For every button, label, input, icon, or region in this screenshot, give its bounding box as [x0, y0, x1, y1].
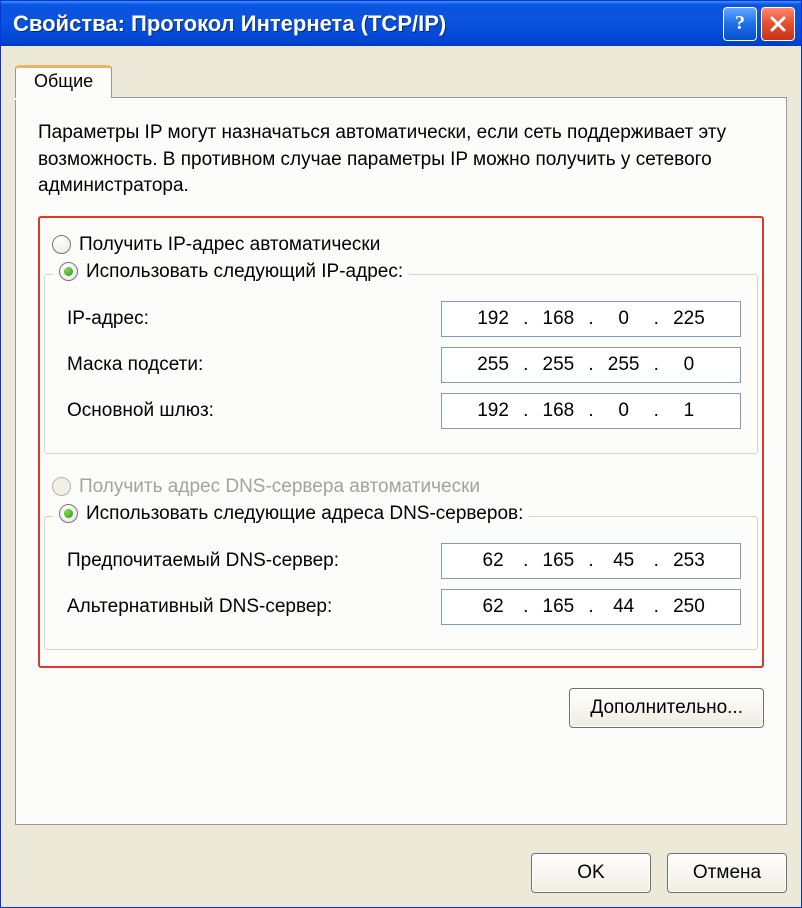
label-dns-pref: Предпочитаемый DNS-сервер: — [67, 550, 441, 572]
gw-octet-4[interactable] — [661, 399, 717, 423]
radio-label-ip-auto: Получить IP-адрес автоматически — [79, 234, 380, 256]
radio-label-dns-auto: Получить адрес DNS-сервера автоматически — [79, 476, 480, 498]
highlight-frame: Получить IP-адрес автоматически Использо… — [38, 216, 764, 668]
panel-description: Параметры IP могут назначаться автоматич… — [38, 120, 764, 200]
label-gateway: Основной шлюз: — [67, 400, 441, 422]
radio-row-dns-auto: Получить адрес DNS-сервера автоматически — [52, 476, 758, 498]
field-row-mask: Маска подсети: . . . — [67, 347, 741, 383]
window-frame: Свойства: Протокол Интернета (TCP/IP) ? … — [0, 0, 802, 908]
dnsa-octet-1[interactable] — [465, 595, 521, 619]
groupbox-ip: Использовать следующий IP-адрес: IP-адре… — [44, 274, 758, 454]
advanced-button-row: Дополнительно... — [38, 688, 764, 728]
radio-row-ip-auto[interactable]: Получить IP-адрес автоматически — [52, 234, 758, 256]
input-ip-address[interactable]: . . . — [441, 301, 741, 337]
mask-octet-1[interactable] — [465, 353, 521, 377]
field-row-dns-alt: Альтернативный DNS-сервер: . . . — [67, 589, 741, 625]
tab-panel-general: Параметры IP могут назначаться автоматич… — [15, 97, 787, 825]
radio-label-dns-manual: Использовать следующие адреса DNS-сервер… — [86, 503, 523, 525]
dnsa-octet-3[interactable] — [596, 595, 652, 619]
dnsp-octet-4[interactable] — [661, 549, 717, 573]
tab-general[interactable]: Общие — [15, 65, 112, 98]
dnsp-octet-1[interactable] — [465, 549, 521, 573]
field-row-dns-pref: Предпочитаемый DNS-сервер: . . . — [67, 543, 741, 579]
mask-octet-3[interactable] — [596, 353, 652, 377]
titlebar-buttons: ? — [723, 7, 795, 41]
radio-row-ip-manual[interactable]: Использовать следующий IP-адрес: — [53, 261, 409, 283]
close-icon — [769, 15, 787, 33]
help-button[interactable]: ? — [723, 7, 757, 41]
ok-button[interactable]: OK — [531, 853, 651, 893]
cancel-button[interactable]: Отмена — [667, 853, 787, 893]
mask-octet-2[interactable] — [530, 353, 586, 377]
dnsp-octet-2[interactable] — [530, 549, 586, 573]
field-row-gateway: Основной шлюз: . . . — [67, 393, 741, 429]
window-title: Свойства: Протокол Интернета (TCP/IP) — [13, 11, 723, 37]
dnsa-octet-4[interactable] — [661, 595, 717, 619]
dnsa-octet-2[interactable] — [530, 595, 586, 619]
close-button[interactable] — [761, 7, 795, 41]
help-icon: ? — [735, 12, 745, 35]
input-dns-preferred[interactable]: . . . — [441, 543, 741, 579]
ip-octet-1[interactable] — [465, 307, 521, 331]
ip-octet-2[interactable] — [530, 307, 586, 331]
label-mask: Маска подсети: — [67, 354, 441, 376]
groupbox-dns: Использовать следующие адреса DNS-сервер… — [44, 516, 758, 650]
input-gateway[interactable]: . . . — [441, 393, 741, 429]
tab-general-label: Общие — [34, 71, 93, 91]
label-dns-alt: Альтернативный DNS-сервер: — [67, 596, 441, 618]
input-dns-alternate[interactable]: . . . — [441, 589, 741, 625]
ip-octet-3[interactable] — [596, 307, 652, 331]
radio-row-dns-manual[interactable]: Использовать следующие адреса DNS-сервер… — [53, 503, 529, 525]
tabs-row: Общие — [15, 64, 787, 97]
input-subnet-mask[interactable]: . . . — [441, 347, 741, 383]
field-row-ip: IP-адрес: . . . — [67, 301, 741, 337]
gw-octet-1[interactable] — [465, 399, 521, 423]
dialog-button-row: OK Отмена — [1, 839, 801, 907]
radio-icon — [59, 504, 78, 523]
mask-octet-4[interactable] — [661, 353, 717, 377]
client-area: Общие Параметры IP могут назначаться авт… — [1, 46, 801, 839]
ip-octet-4[interactable] — [661, 307, 717, 331]
advanced-button[interactable]: Дополнительно... — [569, 688, 764, 728]
gw-octet-2[interactable] — [530, 399, 586, 423]
radio-icon — [52, 477, 71, 496]
radio-label-ip-manual: Использовать следующий IP-адрес: — [86, 261, 403, 283]
radio-icon — [52, 235, 71, 254]
dnsp-octet-3[interactable] — [596, 549, 652, 573]
label-ip: IP-адрес: — [67, 308, 441, 330]
gw-octet-3[interactable] — [596, 399, 652, 423]
titlebar[interactable]: Свойства: Протокол Интернета (TCP/IP) ? — [1, 1, 801, 46]
radio-icon — [59, 262, 78, 281]
